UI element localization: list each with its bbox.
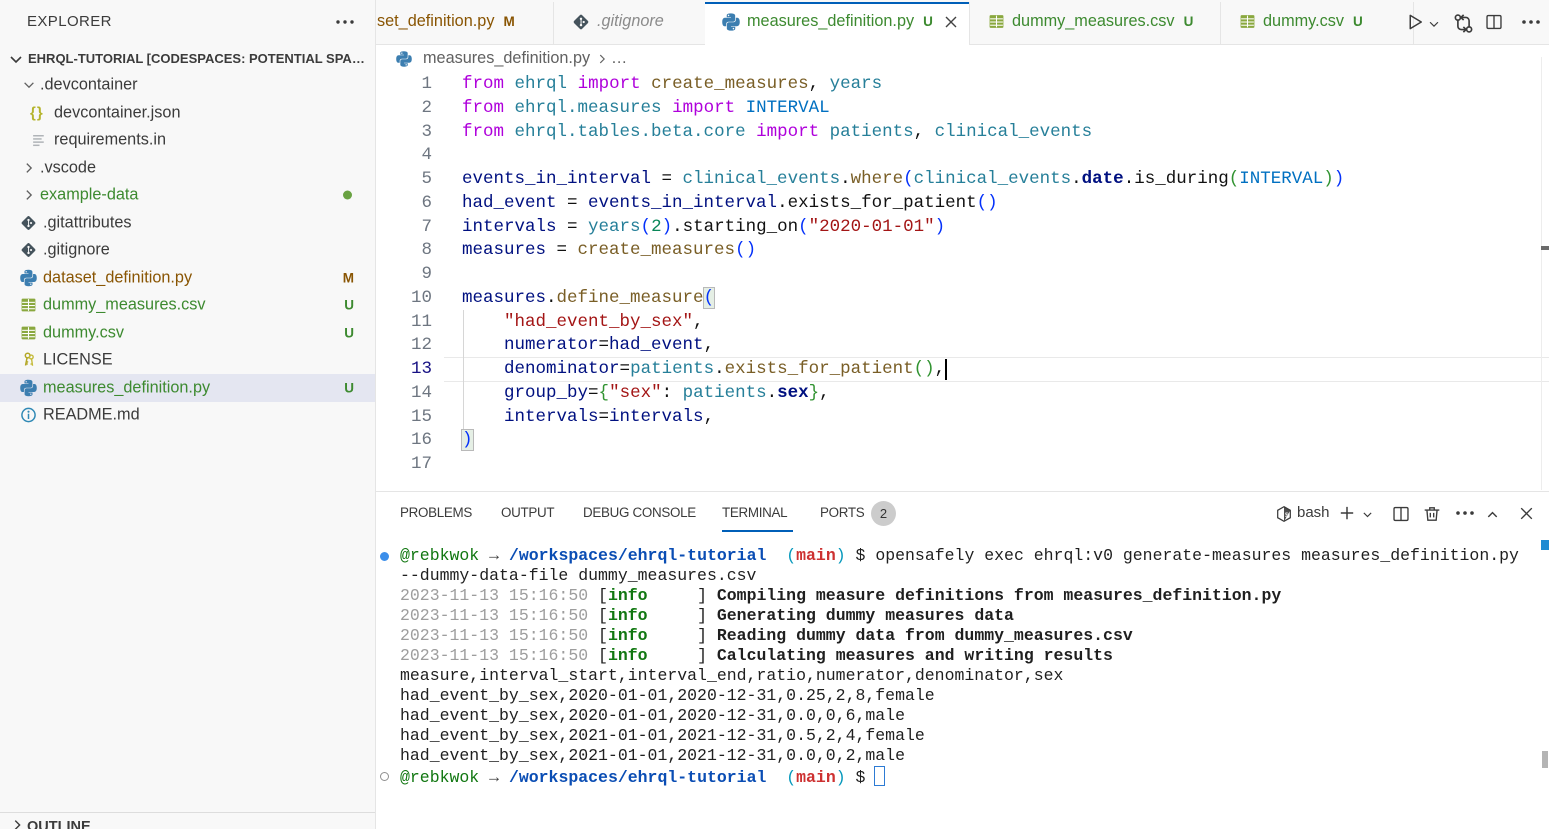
svg-text:$: $ xyxy=(1285,512,1289,520)
